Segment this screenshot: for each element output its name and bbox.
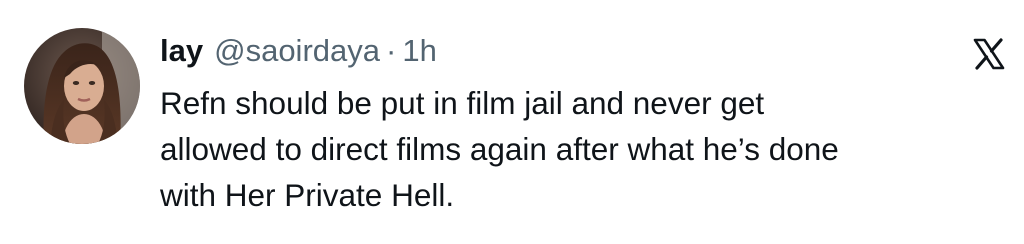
tweet-header: lay @saoirdaya · 1h (160, 30, 437, 72)
tweet-text-line: allowed to direct films again after what… (160, 131, 839, 167)
avatar[interactable] (24, 28, 140, 144)
timestamp[interactable]: 1h (402, 30, 436, 72)
display-name[interactable]: lay (160, 30, 203, 72)
tweet-text-line: with Her Private Hell. (160, 177, 455, 213)
header-separator: · (386, 33, 397, 68)
x-logo-icon[interactable] (972, 38, 1006, 70)
tweet-card[interactable]: lay @saoirdaya · 1h Refn should be put i… (0, 0, 1024, 244)
user-handle[interactable]: @saoirdaya (214, 30, 380, 72)
avatar-image (24, 28, 140, 144)
tweet-text: Refn should be put in film jail and neve… (160, 80, 1010, 218)
tweet-text-line: Refn should be put in film jail and neve… (160, 85, 765, 121)
